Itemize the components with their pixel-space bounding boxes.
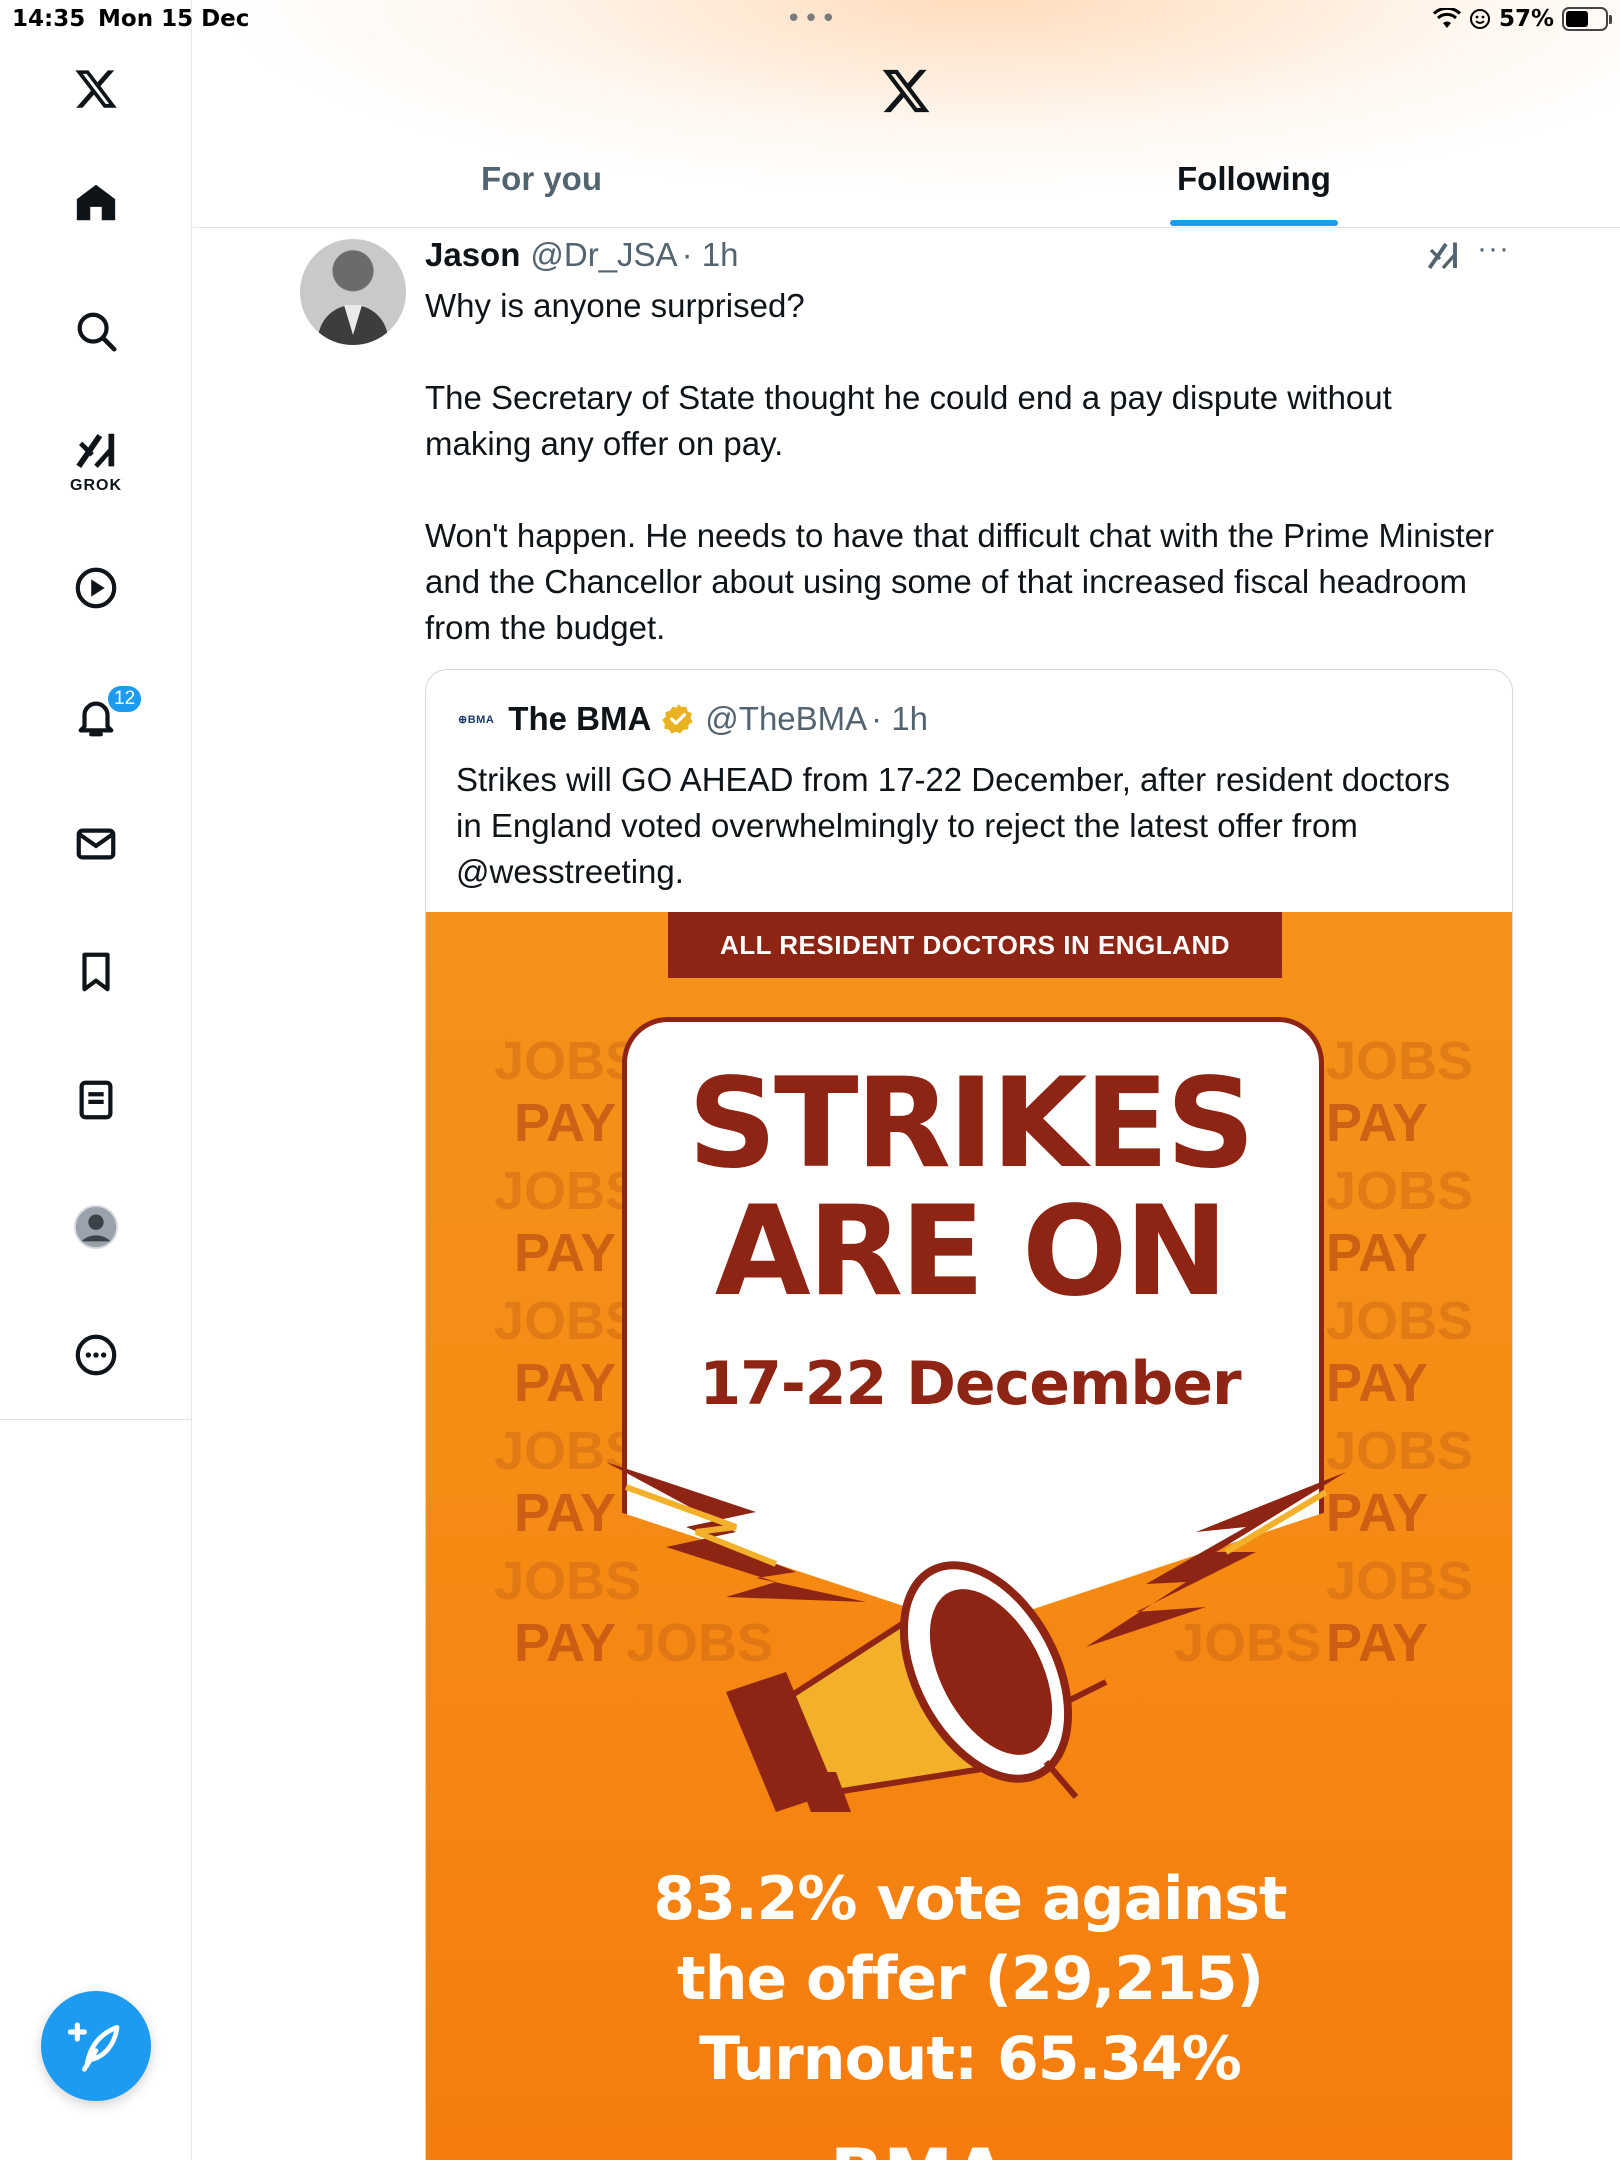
mail-icon[interactable] (64, 812, 128, 876)
bg-word: JOBS (1326, 1551, 1474, 1611)
home-icon[interactable] (64, 171, 128, 235)
compose-button[interactable] (41, 1991, 151, 2101)
poster-headline-1: STRIKES (687, 1052, 1256, 1196)
bma-avatar-logo[interactable]: ⊕BMA (458, 713, 494, 726)
poster-banner: ALL RESIDENT DOCTORS IN ENGLAND (668, 912, 1282, 978)
focus-smiley-icon (1469, 9, 1490, 29)
more-icon[interactable] (64, 1323, 128, 1387)
bg-word: PAY (514, 1613, 617, 1673)
quoted-tweet[interactable]: ⊕BMA The BMA @TheBMA · 1h Strikes will G… (425, 669, 1513, 2160)
bookmark-icon[interactable] (64, 940, 128, 1004)
author-avatar[interactable] (300, 239, 406, 345)
sidebar: GROK 12 (0, 0, 192, 2160)
poster-headline-2: ARE ON (714, 1180, 1229, 1324)
grok-explain-icon[interactable] (1425, 238, 1461, 274)
tab-for-you[interactable]: For you (481, 160, 602, 198)
battery-fill (1566, 11, 1588, 27)
verified-badge-icon (662, 704, 693, 734)
notification-badge: 12 (106, 684, 144, 714)
status-bar: 14:35 Mon 15 Dec ••• 57% (0, 0, 1620, 40)
multitask-dots-icon[interactable]: ••• (786, 4, 838, 34)
tweet-header: Jason @Dr_JSA · 1h (425, 236, 738, 274)
grok-icon[interactable] (64, 419, 128, 483)
poster-bma-logo: BMA (830, 2134, 1007, 2160)
battery-icon (1562, 7, 1612, 31)
wifi-icon (1432, 8, 1461, 28)
lists-icon[interactable] (64, 1068, 128, 1132)
sidebar-divider (0, 1419, 192, 1420)
header-divider (193, 227, 1620, 228)
active-tab-indicator (1170, 220, 1338, 226)
tweet-more-icon[interactable]: ··· (1477, 232, 1510, 266)
x-logo-icon[interactable] (64, 57, 128, 121)
quote-author-handle[interactable]: @TheBMA (705, 700, 867, 738)
stat-vote: 83.2% vote against (653, 1864, 1287, 1934)
stat-offer: the offer (29,215) (677, 1944, 1264, 2014)
poster-dates: 17-22 December (699, 1349, 1241, 1419)
status-time: 14:35 (12, 6, 86, 32)
tweet-text: Why is anyone surprised? The Secretary o… (425, 287, 1494, 646)
status-right: 57% (1432, 6, 1612, 32)
x-logo-header-icon[interactable] (880, 65, 932, 117)
video-play-icon[interactable] (64, 556, 128, 620)
battery-percent: 57% (1498, 6, 1554, 32)
tweet[interactable]: Jason @Dr_JSA · 1h ··· Why is anyone sur… (193, 228, 1620, 2160)
strike-poster-image[interactable]: ALL RESIDENT DOCTORS IN ENGLAND JOBS PAY… (426, 912, 1512, 2160)
quote-header: ⊕BMA The BMA @TheBMA · 1h (458, 700, 928, 738)
status-date: Mon 15 Dec (98, 6, 250, 32)
quote-time[interactable]: · 1h (871, 700, 928, 738)
profile-avatar-icon[interactable] (64, 1195, 128, 1259)
poster-stats: 83.2% vote against the offer (29,215) Tu… (426, 1859, 1512, 2099)
author-name[interactable]: Jason (425, 236, 520, 274)
quote-author-name[interactable]: The BMA (508, 700, 651, 738)
tweet-time[interactable]: · 1h (682, 236, 739, 274)
bg-word: PAY (514, 1483, 617, 1543)
tab-following[interactable]: Following (1177, 160, 1331, 198)
compose-plus-icon (68, 2022, 120, 2072)
author-handle[interactable]: @Dr_JSA (530, 236, 677, 274)
stat-turnout: Turnout: 65.34% (699, 2024, 1242, 2094)
search-icon[interactable] (64, 299, 128, 363)
grok-label: GROK (70, 477, 122, 494)
megaphone-icon (606, 1462, 1346, 1812)
quote-text: Strikes will GO AHEAD from 17-22 Decembe… (456, 761, 1451, 890)
bg-word: JOBS (1326, 1421, 1474, 1481)
